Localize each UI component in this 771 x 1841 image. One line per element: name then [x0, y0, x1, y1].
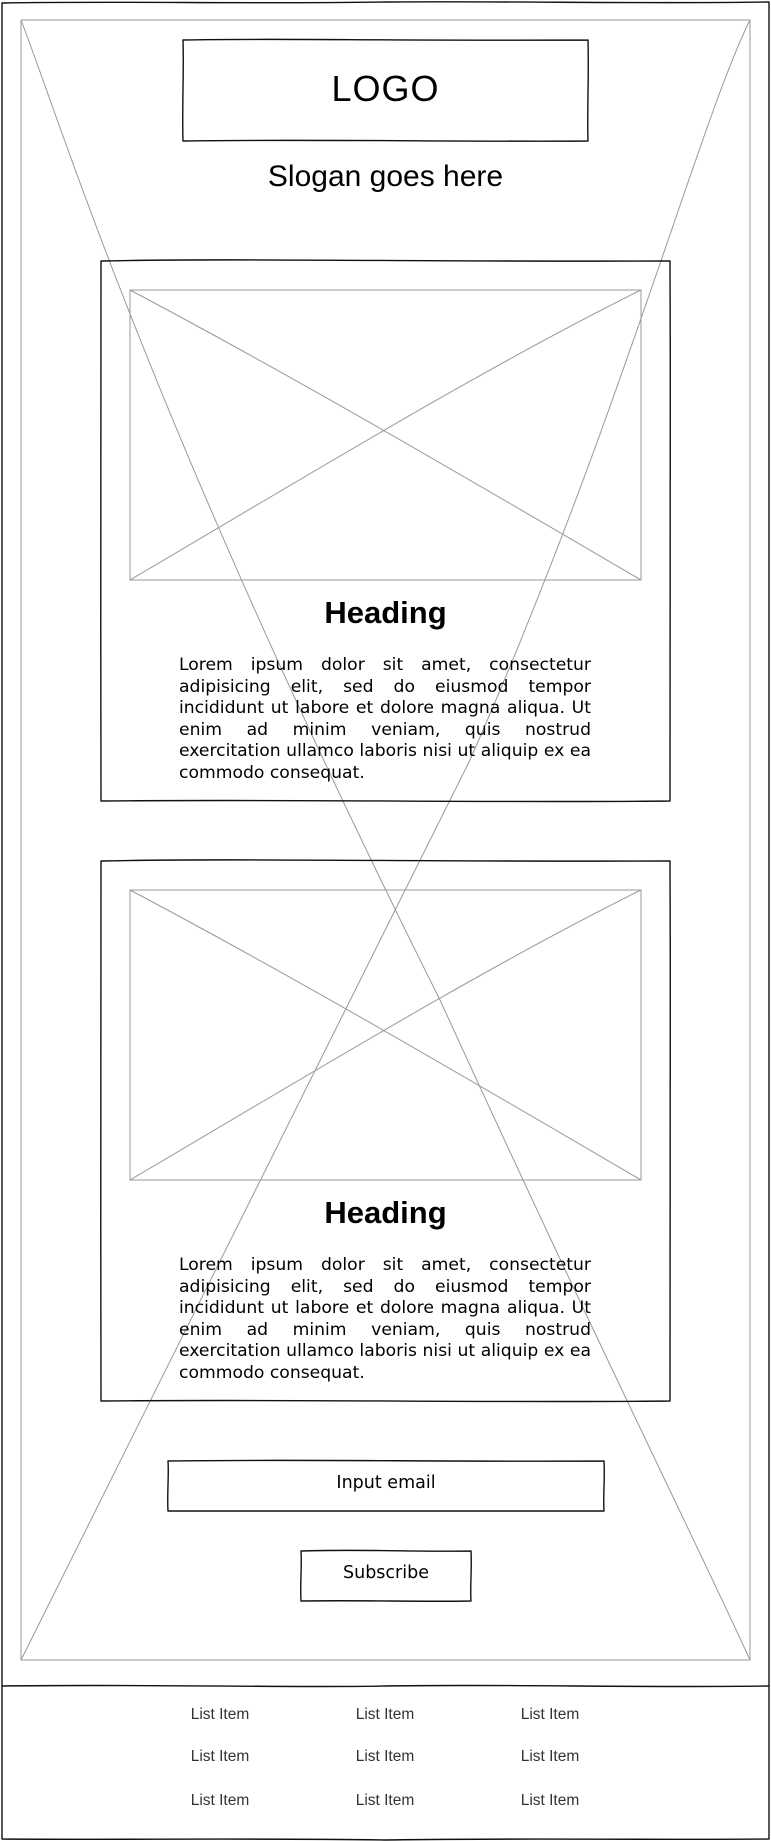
footer-list-item[interactable]: List Item — [480, 1792, 620, 1810]
card-1-body: Lorem ipsum dolor sit amet, consectetur … — [179, 655, 591, 783]
subscribe-button[interactable]: Subscribe — [301, 1563, 471, 1583]
footer-list-item[interactable]: List Item — [315, 1748, 455, 1766]
card-1-heading: Heading — [324, 595, 447, 630]
footer-list-item[interactable]: List Item — [315, 1792, 455, 1810]
footer-list-item[interactable]: List Item — [315, 1706, 455, 1724]
card-2-body: Lorem ipsum dolor sit amet, consectetur … — [179, 1255, 591, 1383]
card-2-image-placeholder — [129, 889, 642, 1181]
footer-list-item[interactable]: List Item — [150, 1748, 290, 1766]
card-2-heading: Heading — [324, 1195, 447, 1230]
footer-divider — [1, 1684, 770, 1688]
footer-list-item[interactable]: List Item — [480, 1706, 620, 1724]
card-2-image-cross — [129, 889, 642, 1181]
footer-list-item[interactable]: List Item — [480, 1748, 620, 1766]
card-1-image-cross — [129, 289, 642, 581]
footer-list-item[interactable]: List Item — [150, 1792, 290, 1810]
email-input[interactable]: Input email — [168, 1473, 604, 1493]
card-1-image-placeholder — [129, 289, 642, 581]
logo: LOGO — [331, 68, 440, 109]
slogan: Slogan goes here — [267, 160, 504, 193]
hero-image-cross — [20, 19, 751, 1661]
hero-image-placeholder — [20, 19, 751, 1661]
footer-list-item[interactable]: List Item — [150, 1706, 290, 1724]
